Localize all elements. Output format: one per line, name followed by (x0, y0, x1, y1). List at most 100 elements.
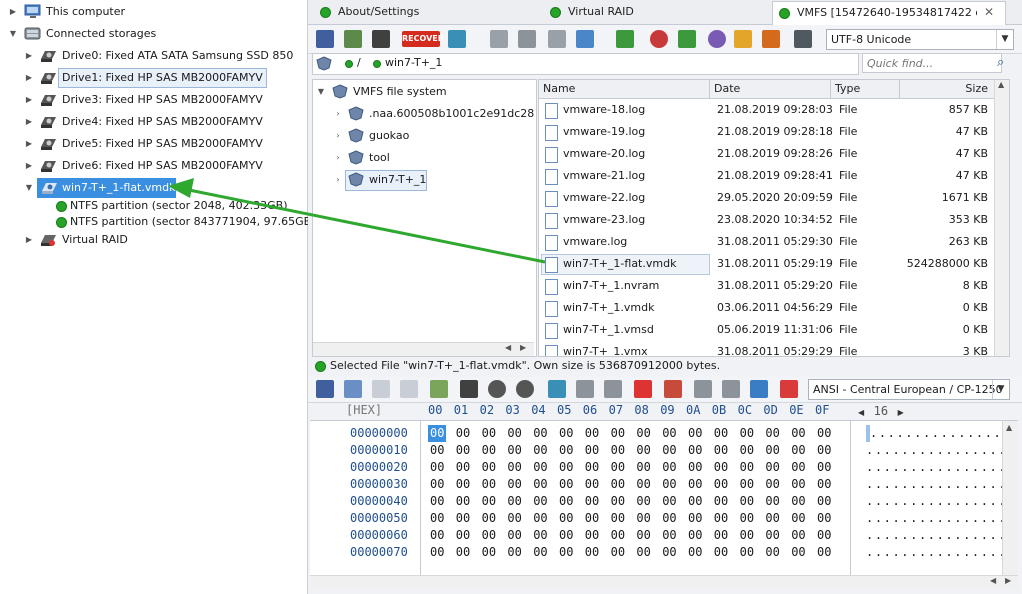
bookmark-icon[interactable] (664, 380, 682, 398)
disk-image-icon[interactable] (490, 30, 508, 48)
clipboard-icon[interactable] (430, 380, 448, 398)
hex-byte[interactable]: 00 (714, 510, 728, 527)
hex-byte[interactable]: 00 (662, 459, 676, 476)
hex-byte[interactable]: 00 (740, 425, 754, 442)
hex-byte[interactable]: 00 (507, 544, 521, 561)
hex-byte[interactable]: 00 (662, 493, 676, 510)
hex-byte[interactable]: 00 (533, 459, 547, 476)
hex-byte[interactable]: 00 (817, 510, 831, 527)
hex-ascii[interactable]: ................ (866, 527, 1007, 544)
hex-byte[interactable]: 00 (636, 425, 650, 442)
collapse-arrow-icon[interactable]: ▼ (24, 178, 34, 198)
hex-byte[interactable]: 00 (765, 510, 779, 527)
expand-arrow-icon[interactable]: › (333, 126, 343, 146)
block-start-icon[interactable] (694, 380, 712, 398)
tree-node-drive6[interactable]: ▶ Drive6: Fixed HP SAS MB2000FAMYV (0, 156, 300, 176)
go-to-offset-icon[interactable] (576, 380, 594, 398)
connect-icon[interactable] (448, 30, 466, 48)
expand-arrow-icon[interactable]: ▶ (24, 68, 34, 88)
hex-ascii[interactable]: ................ (866, 459, 1007, 476)
column-header-date[interactable]: Date (710, 80, 831, 99)
decrease-width-icon[interactable]: ◀ (858, 408, 864, 417)
window-icon[interactable] (576, 30, 594, 48)
table-row[interactable]: vmware-20.log 21.08.2019 09:28:26 File 47 K… (539, 143, 999, 165)
hex-byte[interactable]: 00 (482, 425, 496, 442)
hex-byte[interactable]: 00 (585, 544, 599, 561)
hex-byte[interactable]: 00 (765, 476, 779, 493)
binoculars-icon[interactable] (372, 30, 390, 48)
scroll-up-icon[interactable]: ▲ (998, 80, 1004, 89)
hex-byte[interactable]: 00 (559, 493, 573, 510)
paste-icon[interactable] (400, 380, 418, 398)
hex-byte[interactable]: 00 (662, 476, 676, 493)
hex-byte[interactable]: 00 (662, 425, 676, 442)
hex-byte[interactable]: 00 (791, 493, 805, 510)
edit-icon[interactable] (780, 380, 798, 398)
hex-byte[interactable]: 00 (507, 476, 521, 493)
copy-icon[interactable] (372, 380, 390, 398)
hex-byte[interactable]: 00 (482, 493, 496, 510)
import-icon[interactable] (678, 30, 696, 48)
back-icon[interactable] (488, 380, 506, 398)
hex-byte[interactable]: 00 (559, 459, 573, 476)
hex-byte[interactable]: 00 (611, 476, 625, 493)
tree-node-drive1[interactable]: ▶ Drive1: Fixed HP SAS MB2000FAMYV (0, 68, 300, 88)
hex-byte[interactable]: 00 (456, 476, 470, 493)
hex-byte[interactable]: 00 (636, 510, 650, 527)
tree-node-partition-2[interactable]: NTFS partition (sector 843771904, 97.65G… (0, 214, 315, 230)
hex-byte[interactable]: 00 (585, 493, 599, 510)
hex-byte[interactable]: 00 (611, 442, 625, 459)
hex-byte[interactable]: 00 (456, 459, 470, 476)
expand-arrow-icon[interactable]: ▶ (24, 112, 34, 132)
tab-about-settings[interactable]: About/Settings (316, 2, 536, 22)
hex-byte[interactable]: 00 (817, 459, 831, 476)
hex-byte[interactable]: 00 (688, 425, 702, 442)
hex-byte[interactable]: 00 (559, 527, 573, 544)
fs-tree-item-win7[interactable]: › win7-T+_1 (313, 170, 533, 191)
hex-byte[interactable]: 00 (559, 442, 573, 459)
hex-byte[interactable]: 00 (714, 442, 728, 459)
hex-byte[interactable]: 00 (482, 510, 496, 527)
hex-byte[interactable]: 00 (611, 544, 625, 561)
hex-byte[interactable]: 00 (740, 510, 754, 527)
collapse-arrow-icon[interactable]: ▼ (8, 24, 18, 44)
hex-byte[interactable]: 00 (791, 459, 805, 476)
hex-byte[interactable]: 00 (688, 459, 702, 476)
expand-arrow-icon[interactable]: › (333, 170, 343, 190)
hex-byte[interactable]: 00 (662, 527, 676, 544)
close-tab-icon[interactable]: ✕ (984, 2, 994, 22)
expand-arrow-icon[interactable]: › (333, 104, 343, 124)
column-header-type[interactable]: Type (831, 80, 900, 99)
hex-byte[interactable]: 00 (688, 544, 702, 561)
hex-byte[interactable]: 00 (765, 459, 779, 476)
hex-byte[interactable]: 00 (765, 493, 779, 510)
hex-byte[interactable]: 00 (533, 544, 547, 561)
hex-encoding-select[interactable]: ANSI - Central European / CP-1250 ▼ (808, 379, 1010, 400)
hex-byte[interactable]: 00 (585, 476, 599, 493)
binoculars-icon[interactable] (460, 380, 478, 398)
tree-node-virtual-raid[interactable]: ▶ Virtual RAID (0, 230, 300, 250)
quick-find-input[interactable] (862, 53, 1002, 73)
scan-icon[interactable] (708, 30, 726, 48)
hex-byte[interactable]: 00 (740, 442, 754, 459)
tab-virtual-raid[interactable]: Virtual RAID (546, 2, 766, 22)
hex-byte[interactable]: 00 (791, 476, 805, 493)
hex-byte[interactable]: 00 (430, 442, 444, 459)
hex-ascii[interactable]: ................ (866, 425, 1011, 442)
hex-byte[interactable]: 00 (507, 442, 521, 459)
search-icon[interactable]: ⌕ (997, 55, 1004, 70)
table-row[interactable]: vmware-23.log 23.08.2020 10:34:52 File 353 … (539, 209, 999, 231)
path-root[interactable]: / (357, 56, 361, 69)
table-row[interactable]: vmware-18.log 21.08.2019 09:28:03 File 857 … (539, 99, 999, 121)
hex-byte[interactable]: 00 (533, 476, 547, 493)
hex-byte[interactable]: 00 (740, 493, 754, 510)
hex-byte[interactable]: 00 (533, 510, 547, 527)
folder-icon[interactable] (762, 30, 780, 48)
tree-node-connected-storages[interactable]: ▼ Connected storages (0, 24, 300, 44)
tree-node-drive0[interactable]: ▶ Drive0: Fixed ATA SATA Samsung SSD 850 (0, 46, 300, 66)
table-row[interactable]: win7-T+_1.nvram 31.08.2011 05:29:20 File 8 … (539, 275, 999, 297)
hex-byte[interactable]: 00 (636, 459, 650, 476)
hex-byte[interactable]: 00 (817, 476, 831, 493)
hex-byte[interactable]: 00 (533, 493, 547, 510)
hex-byte[interactable]: 00 (740, 527, 754, 544)
